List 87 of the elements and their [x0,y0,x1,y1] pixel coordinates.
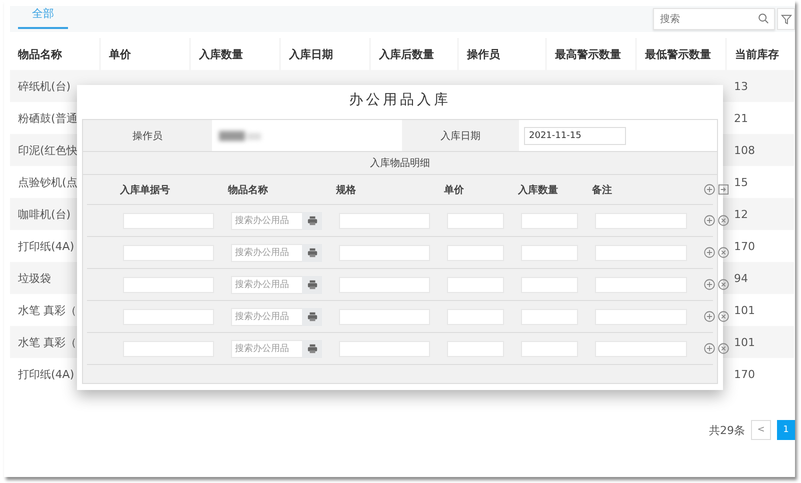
printer-icon[interactable] [306,343,318,354]
total-count: 共29条 [709,422,745,438]
input-field[interactable] [447,212,504,228]
table-cell: 打印纸(4A) [10,358,100,390]
search-icon[interactable] [758,13,769,24]
input-field[interactable] [521,244,578,260]
picker-button[interactable] [302,244,322,262]
add-icon[interactable] [704,247,715,258]
input-field[interactable] [521,212,578,228]
add-icon[interactable] [704,279,715,290]
item-search-field[interactable]: 搜索办公用品 [231,308,302,326]
input-field[interactable] [595,340,687,356]
add-icon[interactable] [704,184,715,195]
table-cell: 101 [726,294,794,326]
remove-icon[interactable] [718,311,729,322]
table-cell: 12 [726,198,794,230]
input-field[interactable] [521,340,578,356]
input-field[interactable] [595,276,687,292]
table-cell: 108 [726,134,794,166]
table-cell: 水笔 真彩（ [10,294,100,326]
input-field[interactable] [123,212,214,228]
remove-icon[interactable] [718,247,729,258]
dialog-title: 办公用品入库 [349,91,451,109]
printer-icon[interactable] [306,311,318,322]
input-field[interactable] [339,212,430,228]
table-cell: 21 [726,102,794,134]
input-field[interactable] [123,308,214,324]
item-search-field[interactable]: 搜索办公用品 [231,340,302,358]
add-icon[interactable] [704,215,715,226]
picker-button[interactable] [302,276,322,294]
input-field[interactable] [521,276,578,292]
add-icon[interactable] [704,311,715,322]
item-search-field[interactable]: 搜索办公用品 [231,212,302,230]
filter-button[interactable] [777,8,795,30]
input-field[interactable] [339,276,430,292]
operator-field[interactable] [212,120,402,151]
input-field[interactable] [447,276,504,292]
item-search-field[interactable]: 搜索办公用品 [231,276,302,294]
table-cell: 101 [726,326,794,358]
item-search-field[interactable]: 搜索办公用品 [231,244,302,262]
prev-page-button[interactable]: < [751,420,771,440]
table-cell: 粉硒鼓(普通 [10,102,100,134]
input-field[interactable] [447,308,504,324]
tab[interactable]: 全部 [18,6,68,29]
input-field[interactable] [595,244,687,260]
printer-icon[interactable] [306,247,318,258]
input-field[interactable] [521,308,578,324]
add-icon[interactable] [704,343,715,354]
column-header: 备注 [592,183,613,196]
import-icon[interactable] [718,184,729,195]
column-header: 单价 [444,184,465,196]
remove-icon[interactable] [718,215,729,226]
input-field[interactable] [123,340,214,356]
table-cell: 15 [726,166,794,198]
printer-icon[interactable] [306,215,318,226]
table-cell: 170 [726,230,794,262]
remove-icon[interactable] [718,343,729,354]
table-cell: 170 [726,358,794,390]
remove-icon[interactable] [718,279,729,290]
column-header: 入库数量 [518,183,559,196]
picker-button[interactable] [302,340,322,358]
column-header: 当前库存 [726,38,794,70]
input-field[interactable] [123,276,214,292]
field-label: 入库日期 [440,130,482,144]
printer-icon[interactable] [306,279,318,290]
column-header: 物品名称 [228,184,269,196]
filter-icon [780,14,792,24]
input-field[interactable] [595,308,687,324]
date-field[interactable]: 2021-11-15 [524,126,626,144]
input-field[interactable] [447,244,504,260]
table-cell: 打印纸(4A) [10,230,100,262]
column-header: 规格 [336,184,357,196]
input-field[interactable] [447,340,504,356]
input-field[interactable] [339,340,430,356]
column-header: 入库单据号 [120,183,171,196]
section-title: 入库物品明细 [83,152,717,175]
search-field[interactable]: 搜索 [653,8,775,30]
picker-button[interactable] [302,212,322,230]
table-cell: 13 [726,70,794,102]
table-cell: 94 [726,262,794,294]
picker-button[interactable] [302,308,322,326]
input-field[interactable] [123,244,214,260]
field-label: 操作员 [132,130,164,144]
input-field[interactable] [339,244,430,260]
input-field[interactable] [339,308,430,324]
input-field[interactable] [595,212,687,228]
page-button[interactable]: 1 [777,420,795,440]
